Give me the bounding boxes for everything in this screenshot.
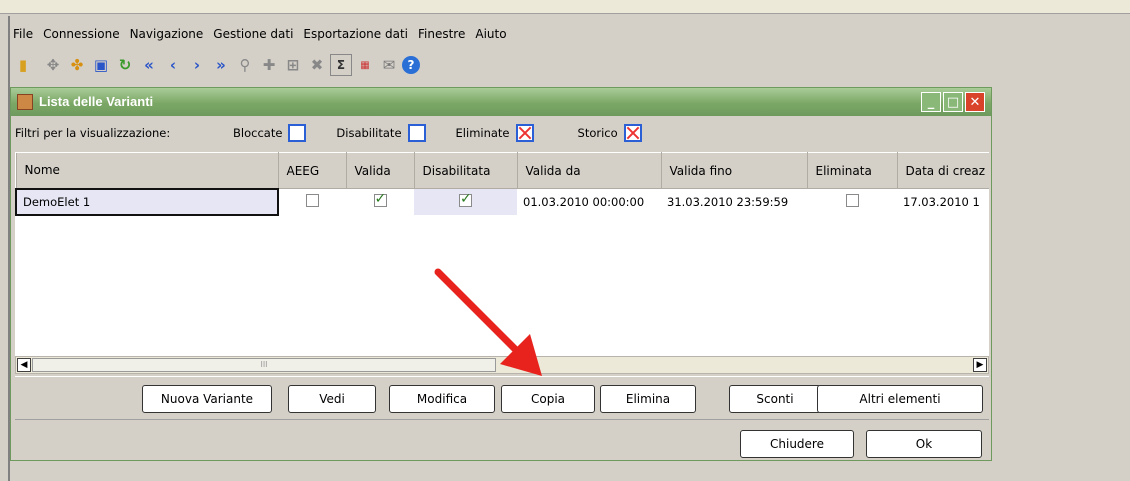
column-header-valida-da[interactable]: Valida da — [516, 152, 662, 189]
window-title: Lista delle Varianti — [39, 94, 154, 109]
first-record-icon[interactable]: « — [138, 54, 160, 76]
column-header-eliminata[interactable]: Eliminata — [806, 152, 898, 189]
new-variant-button[interactable]: Nuova Variante — [142, 385, 272, 413]
minimize-icon[interactable]: _ — [921, 92, 941, 112]
table-row[interactable]: DemoElet 1 01.03.2010 00:00:00 31.03.201… — [15, 187, 989, 216]
ok-button[interactable]: Ok — [866, 430, 982, 458]
previous-record-icon[interactable]: ‹ — [162, 54, 184, 76]
discounts-button[interactable]: Sconti — [729, 385, 821, 413]
cell-valida-fino[interactable]: 31.03.2010 23:59:59 — [661, 189, 807, 215]
cell-data-creazione[interactable]: 17.03.2010 1 — [897, 189, 989, 215]
annotation-arrow-icon — [434, 268, 542, 376]
window-app-icon — [17, 94, 33, 110]
filter-eliminate-checkbox[interactable] — [515, 124, 534, 142]
window-controls: _ □ ✕ — [921, 92, 985, 112]
menu-bar: File Connessione Navigazione Gestione da… — [10, 24, 510, 44]
menu-gestione-dati[interactable]: Gestione dati — [210, 27, 296, 41]
cell-valida[interactable] — [346, 189, 414, 215]
eliminata-checkbox[interactable] — [845, 193, 859, 207]
connect-icon[interactable]: ✥ — [42, 54, 64, 76]
cell-nome[interactable]: DemoElet 1 — [15, 187, 279, 216]
save-icon[interactable]: ▣ — [90, 54, 112, 76]
filter-disabilitate: Disabilitate — [336, 124, 426, 142]
scroll-left-icon[interactable]: ◀ — [17, 358, 31, 372]
scroll-thumb[interactable]: III — [32, 358, 496, 372]
top-strip — [0, 0, 1130, 14]
filter-bloccate-checkbox[interactable] — [288, 124, 307, 142]
maximize-icon[interactable]: □ — [943, 92, 963, 112]
dialog-buttons-row: Chiudere Ok — [15, 424, 989, 458]
next-record-icon[interactable]: › — [186, 54, 208, 76]
calendar-icon[interactable]: ▦ — [354, 54, 376, 76]
aeeg-checkbox[interactable] — [306, 193, 319, 207]
tree-icon[interactable]: ⊞ — [282, 54, 304, 76]
column-header-aeeg[interactable]: AEEG — [277, 152, 347, 189]
cell-aeeg[interactable] — [278, 189, 346, 215]
filter-eliminate: Eliminate — [456, 124, 534, 142]
edit-button[interactable]: Modifica — [389, 385, 495, 413]
filter-disabilitate-label: Disabilitate — [336, 126, 402, 140]
sum-icon[interactable]: Σ — [330, 54, 352, 76]
mail-icon[interactable]: ✉ — [378, 54, 400, 76]
column-header-data-creazione[interactable]: Data di creaz — [896, 152, 989, 189]
delete-button[interactable]: Elimina — [600, 385, 696, 413]
add-icon[interactable]: ✚ — [258, 54, 280, 76]
menu-aiuto[interactable]: Aiuto — [472, 27, 509, 41]
other-elements-button[interactable]: Altri elementi — [817, 385, 983, 413]
table-header-row: Nome AEEG Valida Disabilitata Valida da … — [15, 152, 989, 189]
column-header-nome[interactable]: Nome — [15, 152, 279, 189]
cell-disabilitata[interactable] — [414, 188, 517, 215]
column-header-valida-fino[interactable]: Valida fino — [660, 152, 808, 189]
close-button[interactable]: Chiudere — [740, 430, 854, 458]
filter-disabilitate-checkbox[interactable] — [407, 124, 426, 142]
menu-connessione[interactable]: Connessione — [40, 27, 122, 41]
view-button[interactable]: Vedi — [288, 385, 376, 413]
window-titlebar[interactable]: Lista delle Varianti _ □ ✕ — [11, 88, 991, 116]
menu-file[interactable]: File — [10, 27, 36, 41]
app-frame: File Connessione Navigazione Gestione da… — [0, 0, 1130, 481]
menu-navigazione[interactable]: Navigazione — [127, 27, 207, 41]
filter-bloccate-label: Bloccate — [233, 126, 283, 140]
cell-valida-da[interactable]: 01.03.2010 00:00:00 — [517, 189, 661, 215]
filter-bloccate: Bloccate — [233, 124, 307, 142]
valida-checkbox[interactable] — [373, 191, 387, 207]
filters-label: Filtri per la visualizzazione: — [15, 126, 171, 140]
search-icon[interactable]: ⚲ — [234, 54, 256, 76]
filter-eliminate-label: Eliminate — [455, 126, 510, 140]
filters-bar: Filtri per la visualizzazione: Bloccate … — [11, 120, 991, 146]
help-icon[interactable]: ? — [402, 56, 420, 74]
column-header-valida[interactable]: Valida — [345, 152, 415, 189]
refresh-icon[interactable]: ↻ — [114, 54, 136, 76]
scroll-right-icon[interactable]: ▶ — [973, 358, 987, 372]
toolbar: ▮ ✥ ✤ ▣ ↻ « ‹ › » ⚲ ✚ ⊞ ✖ Σ ▦ ✉ ? — [12, 52, 420, 78]
exit-door-icon[interactable]: ▮ — [12, 54, 34, 76]
disconnect-icon[interactable]: ✤ — [66, 54, 88, 76]
disabilitata-checkbox[interactable] — [459, 191, 472, 207]
close-icon[interactable]: ✕ — [965, 92, 985, 112]
last-record-icon[interactable]: » — [210, 54, 232, 76]
filter-storico: Storico — [578, 124, 642, 142]
menu-finestre[interactable]: Finestre — [415, 27, 468, 41]
filter-storico-checkbox[interactable] — [623, 124, 642, 142]
copy-button[interactable]: Copia — [501, 385, 595, 413]
menu-esportazione-dati[interactable]: Esportazione dati — [300, 27, 411, 41]
column-header-disabilitata[interactable]: Disabilitata — [413, 152, 518, 189]
filter-storico-label: Storico — [577, 126, 618, 140]
delete-icon[interactable]: ✖ — [306, 54, 328, 76]
cell-eliminata[interactable] — [807, 189, 897, 215]
